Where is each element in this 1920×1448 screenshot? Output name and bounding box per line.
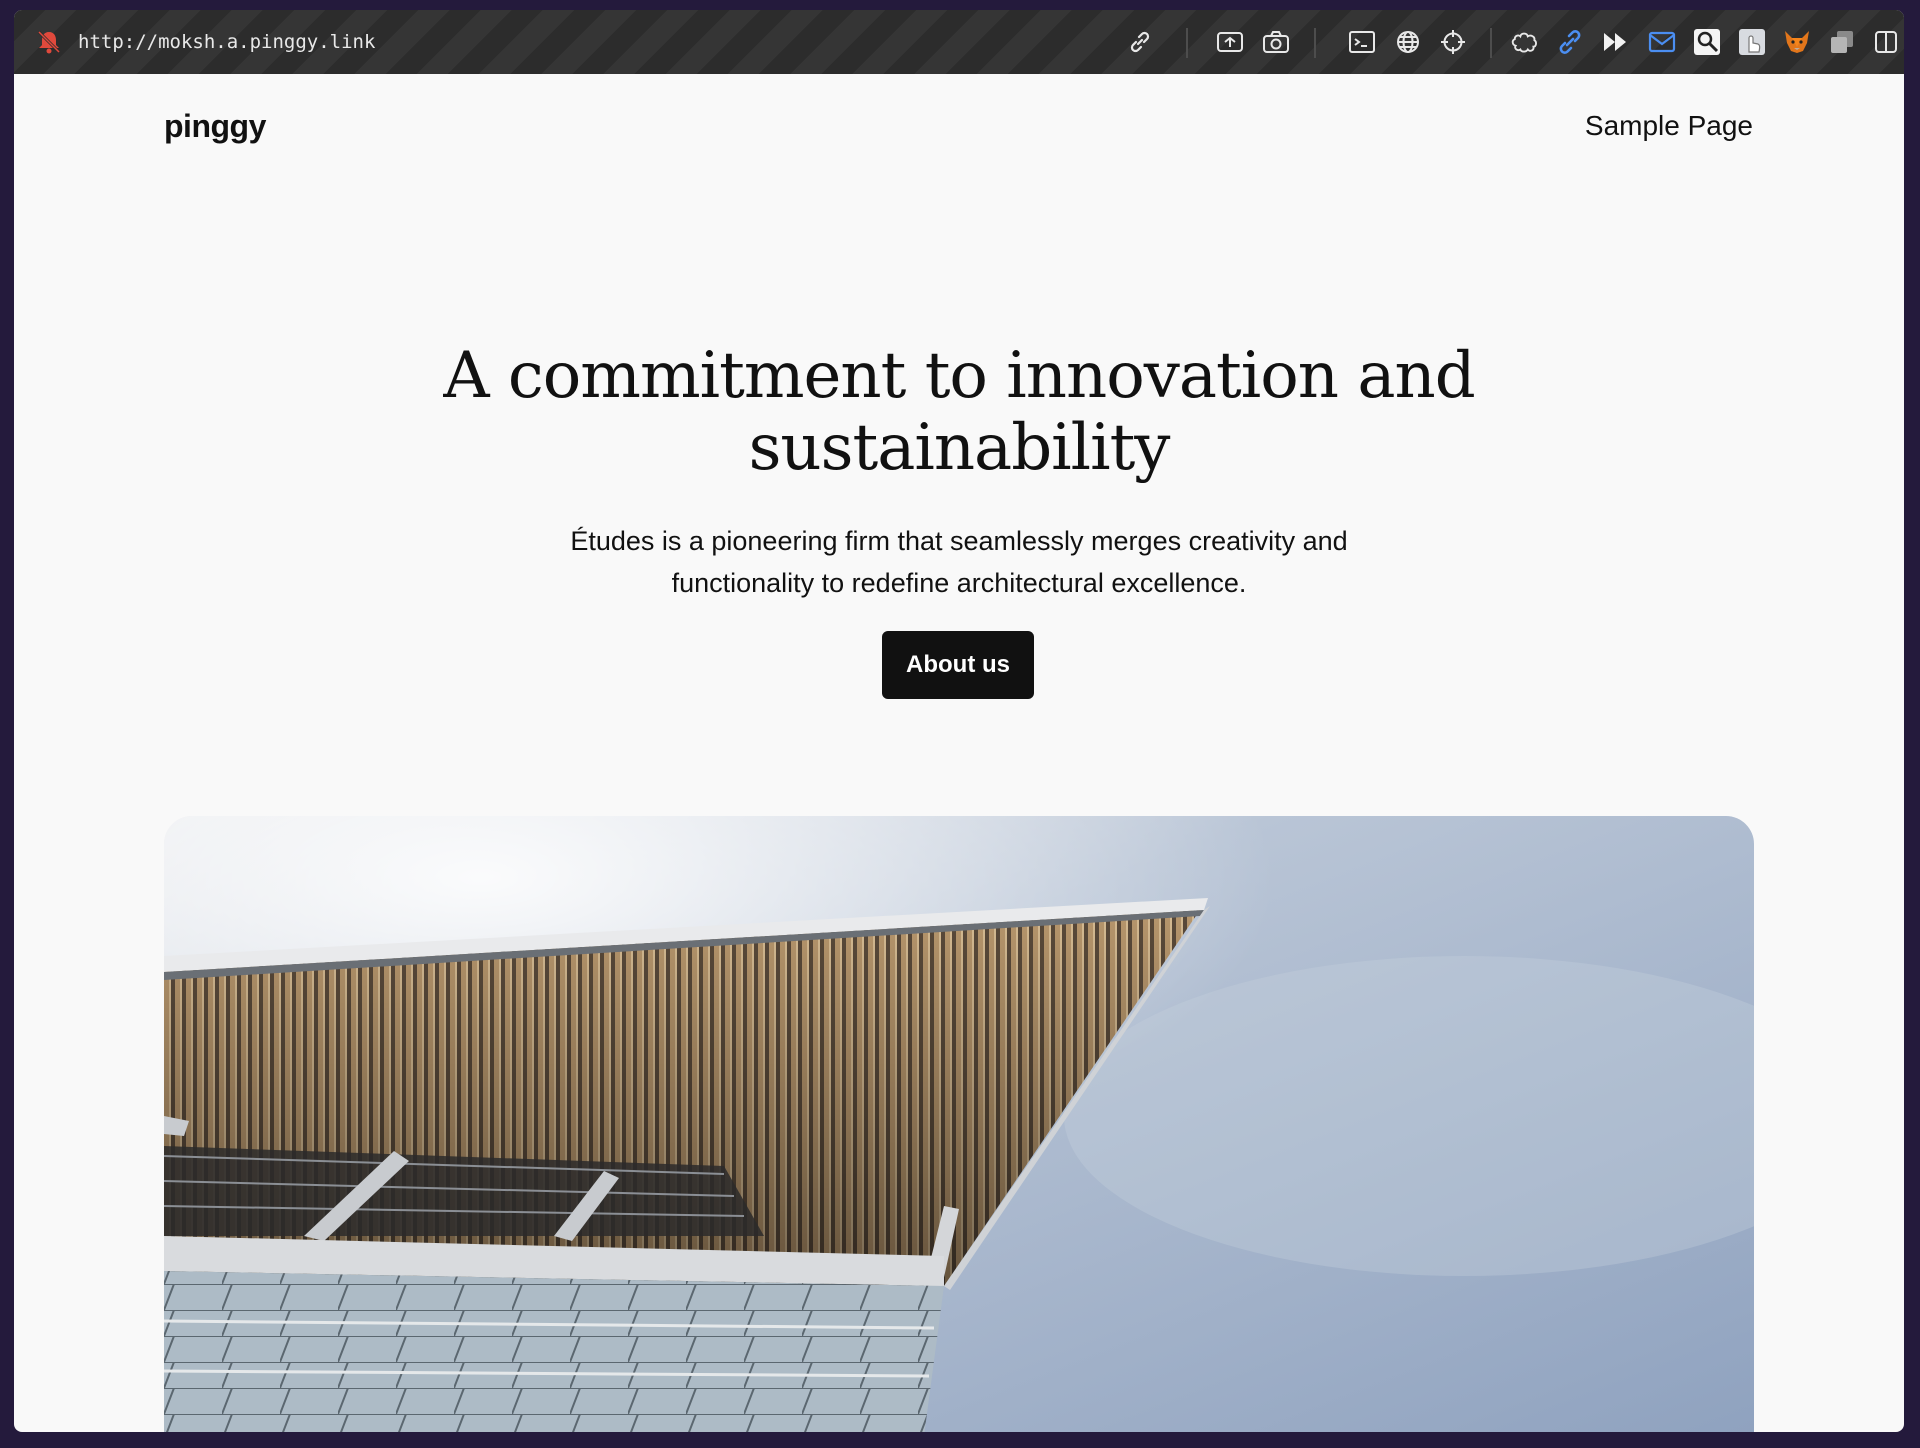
sidebar-icon[interactable] [1872,28,1900,56]
notifications-muted-icon[interactable] [36,29,62,55]
browser-toolbar: http://moksh.a.pinggy.link [14,10,1904,74]
link-icon[interactable] [1126,28,1154,56]
site-title[interactable]: pinggy [164,108,266,145]
hero-subtitle-line: functionality to redefine architectural … [671,568,1247,598]
hero-heading-line: sustainability [748,411,1171,485]
screenshot-region-icon[interactable] [1216,28,1244,56]
copy-icon[interactable] [1828,28,1856,56]
toolbar-divider [1490,28,1492,58]
zoom-icon[interactable] [1693,28,1721,56]
mail-icon[interactable] [1648,28,1676,56]
toolbar-divider [1314,28,1316,58]
terminal-icon[interactable] [1348,28,1376,56]
puzzle-icon[interactable] [1511,28,1539,56]
fox-icon[interactable] [1783,28,1811,56]
crosshair-icon[interactable] [1439,28,1467,56]
hero-building-image [164,816,1754,1432]
about-us-button[interactable]: About us [882,631,1034,699]
camera-icon[interactable] [1262,28,1290,56]
toolbar-divider [1186,28,1188,58]
touch-icon[interactable] [1738,28,1766,56]
hero-subtitle-line: Études is a pioneering firm that seamles… [570,526,1348,556]
address-bar[interactable]: http://moksh.a.pinggy.link [78,30,375,54]
fast-forward-icon[interactable] [1602,28,1630,56]
hero-heading-line: A commitment to innovation and [443,339,1475,413]
hero-subtitle: Études is a pioneering firm that seamles… [509,520,1409,604]
browser-window: http://moksh.a.pinggy.link pinggy Sample… [14,10,1904,1432]
hero-heading: A commitment to innovation and sustainab… [14,340,1904,484]
nav-link-sample-page[interactable]: Sample Page [1585,110,1753,142]
globe-icon[interactable] [1394,28,1422,56]
link-blue-icon[interactable] [1556,28,1584,56]
